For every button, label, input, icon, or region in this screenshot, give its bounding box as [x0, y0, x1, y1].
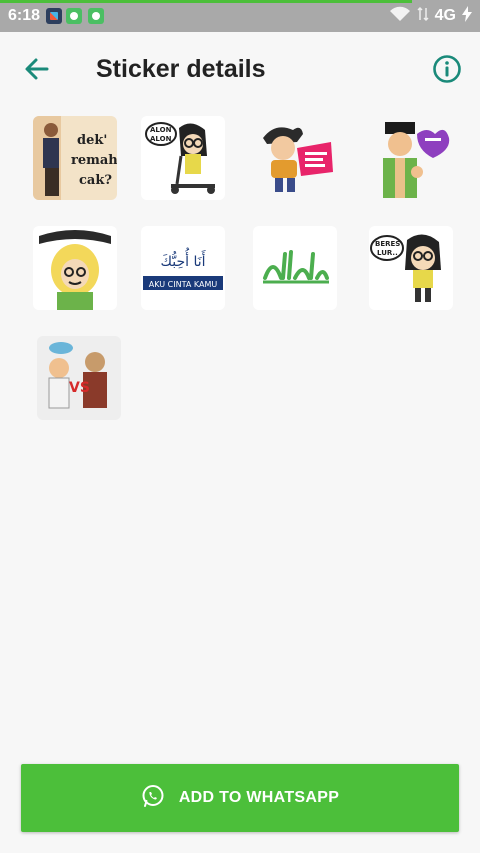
- add-to-whatsapp-button[interactable]: ADD TO WHATSAPP: [21, 764, 459, 832]
- wifi-icon: [389, 6, 411, 25]
- battery-charging-icon: [462, 6, 472, 25]
- sticker-text: dek': [77, 133, 107, 148]
- sticker-man-thumbs-up[interactable]: [373, 116, 457, 200]
- add-button-label: ADD TO WHATSAPP: [178, 789, 340, 806]
- app-notification-icon: [46, 8, 62, 24]
- sticker-vs[interactable]: VS: [37, 336, 121, 420]
- sticker-text: remah: [71, 153, 117, 168]
- status-bar: 6:18 4G: [0, 0, 480, 32]
- arrow-back-icon[interactable]: [22, 54, 52, 84]
- sticker-text: BERES: [375, 240, 400, 248]
- whatsapp-icon: [141, 784, 165, 813]
- status-time: 6:18: [8, 7, 41, 24]
- data-arrows-icon: [417, 6, 429, 25]
- sticker-text: AKU CINTA KAMU: [149, 280, 218, 289]
- sticker-aku-cinta-kamu[interactable]: أَنَا أُحِبُّكَ AKU CINTA KAMU: [141, 226, 225, 310]
- sticker-boy-speech[interactable]: [253, 116, 337, 200]
- sticker-beres-lur[interactable]: BERES LUR..: [369, 226, 453, 310]
- app-bar: Sticker details: [0, 32, 480, 108]
- app-notification-icon: [66, 8, 82, 24]
- loading-progress-bar: [0, 0, 412, 3]
- sticker-text: LUR..: [377, 249, 398, 257]
- sticker-text: VS: [69, 380, 90, 396]
- info-icon[interactable]: [432, 54, 462, 84]
- sticker-assalamualaikum[interactable]: [33, 226, 117, 310]
- page-title: Sticker details: [96, 55, 266, 83]
- network-type: 4G: [434, 6, 456, 24]
- sticker-text: ALON: [150, 135, 172, 143]
- app-notification-icon: [88, 8, 104, 24]
- sticker-text: cak?: [79, 173, 112, 188]
- sticker-allahu-akbar[interactable]: [253, 226, 337, 310]
- sticker-dek-remah-cak[interactable]: dek' remah cak?: [33, 116, 117, 200]
- sticker-alon-alon[interactable]: ALON ALON: [141, 116, 225, 200]
- sticker-text: ALON: [150, 126, 172, 134]
